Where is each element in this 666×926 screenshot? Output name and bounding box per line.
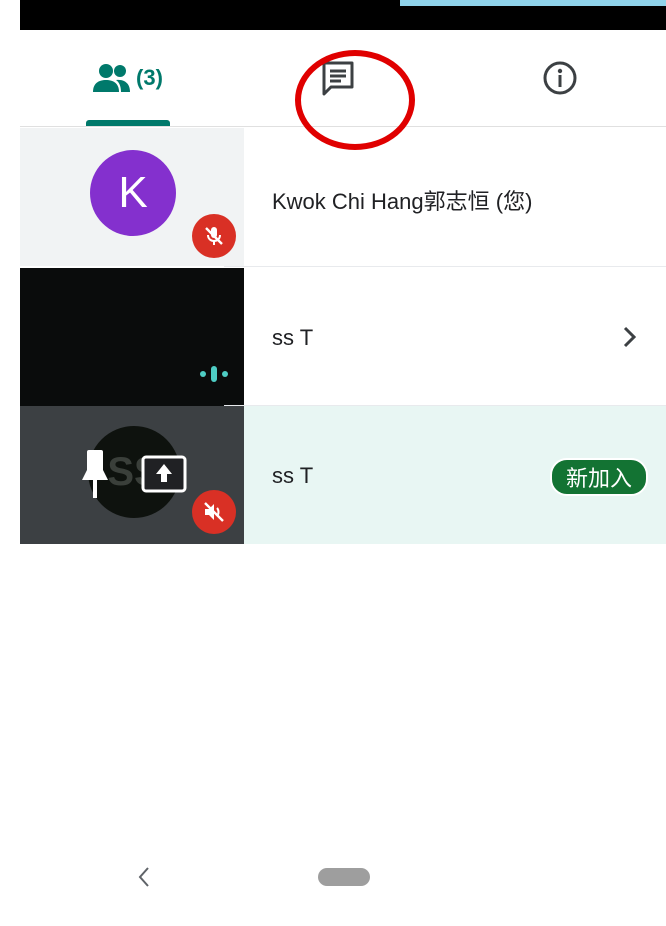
chevron-right-icon[interactable]: [620, 322, 640, 352]
present-screen-icon[interactable]: [140, 454, 188, 494]
avatar-letter: K: [118, 168, 148, 217]
tab-info[interactable]: [520, 30, 600, 126]
people-count: (3): [136, 65, 163, 90]
participant-tile: K: [20, 128, 244, 266]
active-tab-indicator: [86, 120, 170, 126]
mic-off-badge: [192, 214, 236, 258]
tab-people[interactable]: (3): [60, 30, 195, 126]
volume-off-icon: [204, 502, 224, 522]
tab-bar: (3): [20, 30, 666, 150]
participant-row[interactable]: ss T: [20, 268, 666, 406]
participant-name: Kwok Chi Hang郭志恒 (您): [272, 189, 533, 214]
participant-row[interactable]: K Kwok Chi Hang郭志恒 (您): [20, 128, 666, 266]
row-divider: [224, 266, 666, 267]
participant-tile: [20, 268, 244, 406]
avatar: K: [90, 150, 176, 236]
status-bar-peek: [400, 0, 666, 6]
speaking-indicator-icon: [200, 366, 228, 382]
participant-name: ss T: [272, 463, 314, 488]
volume-off-badge: [192, 490, 236, 534]
home-pill-icon[interactable]: [318, 868, 370, 886]
participant-tile: SS: [20, 406, 244, 544]
info-icon: [543, 61, 577, 95]
status-bar: [20, 0, 666, 30]
people-icon: [93, 64, 131, 92]
mic-off-icon: [205, 227, 223, 245]
new-join-badge: 新加入: [550, 458, 649, 496]
back-icon[interactable]: [136, 864, 152, 890]
pin-icon[interactable]: [80, 448, 110, 500]
left-margin: [0, 0, 20, 926]
participant-name: ss T: [272, 325, 314, 350]
participant-row[interactable]: SS ss T 新加入: [20, 406, 666, 544]
